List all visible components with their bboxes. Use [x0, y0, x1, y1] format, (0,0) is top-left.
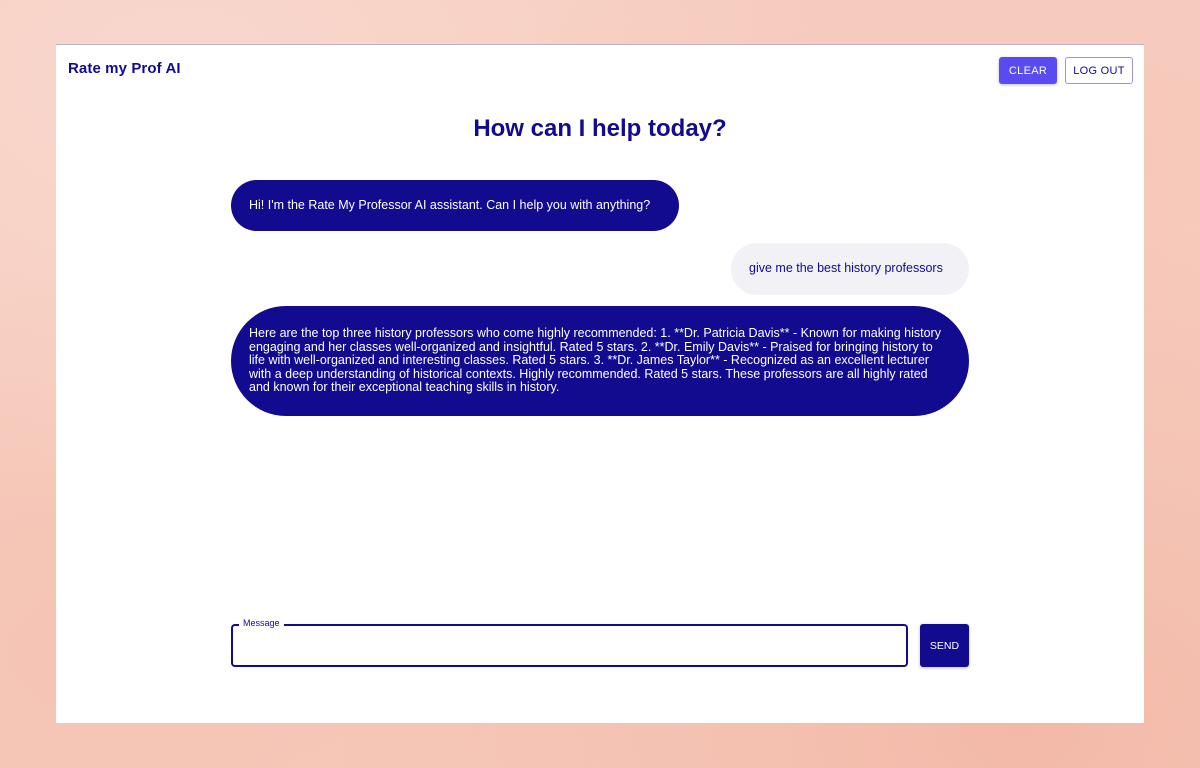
message-text: Here are the top three history professor…: [249, 326, 941, 395]
app-brand: Rate my Prof AI: [68, 60, 181, 77]
page-title: How can I help today?: [473, 115, 727, 142]
message-field-label: Message: [239, 618, 284, 628]
assistant-message: Hi! I'm the Rate My Professor AI assista…: [231, 180, 679, 231]
message-input[interactable]: [243, 634, 897, 658]
message-text: Hi! I'm the Rate My Professor AI assista…: [249, 197, 651, 212]
clear-button[interactable]: CLEAR: [999, 57, 1057, 84]
logout-button[interactable]: LOG OUT: [1065, 57, 1133, 84]
user-message: give me the best history professors: [731, 243, 969, 295]
message-field[interactable]: Message: [231, 618, 908, 667]
send-button[interactable]: SEND: [920, 624, 969, 667]
message-text: give me the best history professors: [749, 261, 943, 276]
assistant-message: Here are the top three history professor…: [231, 306, 969, 416]
app-window: Rate my Prof AI CLEAR LOG OUT How can I …: [56, 44, 1144, 723]
